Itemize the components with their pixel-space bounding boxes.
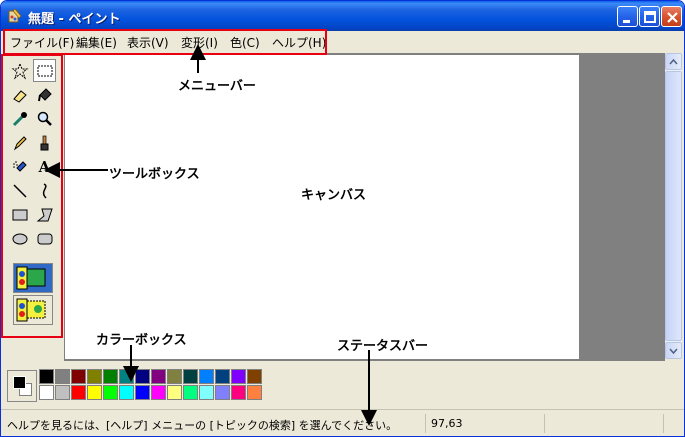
maximize-icon	[644, 11, 656, 23]
maximize-button[interactable]	[639, 6, 660, 27]
window-title: 無題 - ペイント	[28, 12, 121, 27]
scroll-up-button[interactable]	[665, 53, 682, 70]
color-swatch[interactable]	[247, 369, 262, 384]
color-swatch[interactable]	[183, 369, 198, 384]
label-menubar: メニューバー	[178, 79, 256, 94]
label-statusbar: ステータスバー	[337, 339, 429, 354]
color-swatch[interactable]	[199, 369, 214, 384]
vertical-scrollbar[interactable]	[665, 53, 682, 359]
color-swatch[interactable]	[199, 385, 214, 400]
chevron-down-icon	[669, 348, 678, 354]
status-bar: ヘルプを見るには、[ヘルプ] メニューの [トピックの検索] を選んでください。…	[1, 409, 684, 436]
color-swatch[interactable]	[151, 369, 166, 384]
color-swatch[interactable]	[55, 369, 70, 384]
color-swatch[interactable]	[247, 385, 262, 400]
color-swatch[interactable]	[87, 385, 102, 400]
close-button[interactable]	[661, 6, 682, 27]
color-swatch[interactable]	[215, 369, 230, 384]
color-swatch[interactable]	[55, 385, 70, 400]
status-help-text: ヘルプを見るには、[ヘルプ] メニューの [トピックの検索] を選んでください。	[7, 419, 398, 432]
paint-window: 無題 - ペイント ファイル(F) 編集(E) 表示(V) 変形(I) 色(C)…	[0, 0, 685, 437]
label-colorbox: カラーボックス	[96, 333, 187, 348]
chevron-up-icon	[669, 58, 678, 64]
color-swatch[interactable]	[87, 369, 102, 384]
color-swatch[interactable]	[167, 369, 182, 384]
label-toolbox: ツールボックス	[109, 167, 200, 182]
color-swatch[interactable]	[135, 369, 150, 384]
menubar-highlight	[3, 29, 327, 55]
paint-app-icon	[8, 8, 22, 23]
status-cell-size	[544, 414, 662, 433]
minimize-icon	[623, 20, 630, 23]
color-swatch[interactable]	[103, 369, 118, 384]
status-grip	[663, 414, 683, 433]
color-swatch[interactable]	[119, 385, 134, 400]
close-icon	[667, 12, 678, 23]
foreground-color	[13, 376, 26, 389]
color-swatch[interactable]	[71, 385, 86, 400]
current-colors[interactable]	[7, 370, 37, 402]
status-coordinates: 97,63	[431, 417, 463, 430]
minimize-button[interactable]	[617, 6, 638, 27]
color-swatch[interactable]	[231, 369, 246, 384]
color-swatch[interactable]	[71, 369, 86, 384]
color-swatch[interactable]	[119, 369, 134, 384]
color-swatch[interactable]	[135, 385, 150, 400]
color-swatch[interactable]	[215, 385, 230, 400]
color-swatch[interactable]	[151, 385, 166, 400]
scroll-thumb[interactable]	[665, 71, 682, 341]
title-bar[interactable]: 無題 - ペイント	[1, 1, 684, 31]
label-canvas: キャンバス	[301, 188, 367, 203]
toolbox-highlight	[1, 54, 63, 338]
color-swatch[interactable]	[231, 385, 246, 400]
color-swatch[interactable]	[103, 385, 118, 400]
scroll-down-button[interactable]	[665, 342, 682, 359]
color-swatch[interactable]	[39, 369, 54, 384]
color-swatch[interactable]	[167, 385, 182, 400]
color-box	[4, 361, 681, 407]
drawing-canvas[interactable]	[65, 55, 579, 359]
color-swatch[interactable]	[39, 385, 54, 400]
color-swatch[interactable]	[183, 385, 198, 400]
